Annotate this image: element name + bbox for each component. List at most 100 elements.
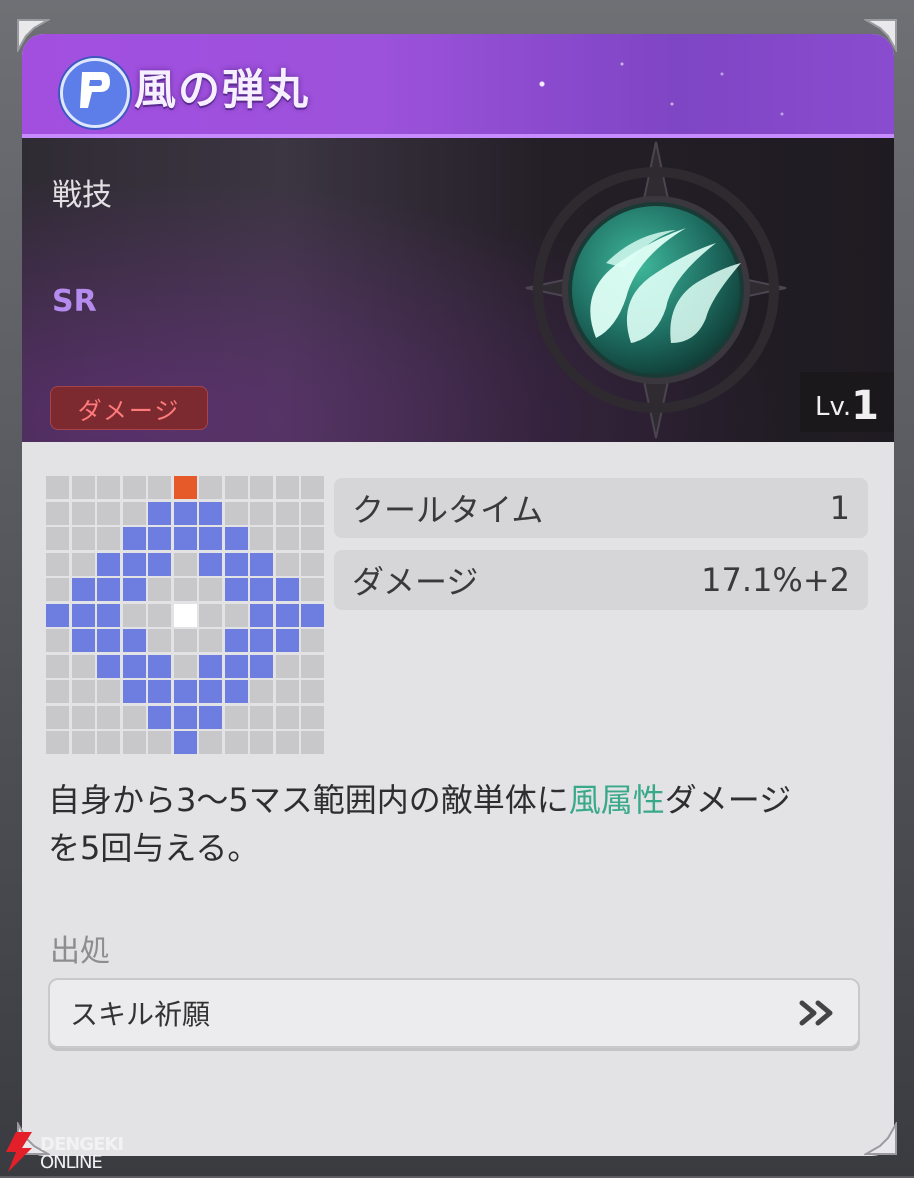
range-cell xyxy=(224,705,248,729)
range-cell-active xyxy=(199,705,222,729)
range-cell xyxy=(122,603,146,627)
range-cell-active xyxy=(250,654,273,678)
range-cell-active xyxy=(275,603,299,627)
range-cell xyxy=(275,476,299,499)
source-skill-wish-button[interactable]: スキル祈願 xyxy=(48,978,860,1048)
range-cell-active xyxy=(122,578,146,601)
range-cell-active xyxy=(199,680,222,703)
skill-rarity: SR xyxy=(52,284,97,319)
range-cell xyxy=(46,680,69,703)
source-button-label: スキル祈願 xyxy=(70,998,211,1031)
range-cell-active xyxy=(148,654,171,678)
range-cell xyxy=(122,476,146,499)
skill-hero-panel: 戦技 SR ダメージ Lv. 1 xyxy=(22,138,894,442)
range-cell-active xyxy=(46,603,69,627)
range-cell xyxy=(71,476,95,499)
range-cell xyxy=(250,501,273,525)
range-cell xyxy=(97,705,120,729)
range-cell-active xyxy=(301,603,324,627)
range-cell-active xyxy=(199,552,222,576)
range-cell xyxy=(46,476,69,499)
range-cell xyxy=(199,476,222,499)
skill-description: 自身から3〜5マス範囲内の敵単体に風属性ダメージ を5回与える。 xyxy=(48,776,878,872)
range-cell xyxy=(71,552,95,576)
range-cell xyxy=(148,603,171,627)
range-cell xyxy=(250,731,273,754)
range-cell-active xyxy=(224,654,248,678)
range-cell-active xyxy=(250,629,273,652)
title-bar: 風の弾丸 xyxy=(22,34,894,138)
range-cell xyxy=(173,552,197,576)
range-cell xyxy=(71,654,95,678)
source-label: 出処 xyxy=(50,934,110,969)
range-cell xyxy=(250,527,273,550)
range-cell-active xyxy=(71,629,95,652)
range-cell-active xyxy=(97,578,120,601)
dengeki-online-watermark: DENGEKI ONLINE xyxy=(2,1130,152,1174)
range-cell-active xyxy=(97,629,120,652)
watermark-line2: ONLINE xyxy=(40,1152,103,1173)
range-cell xyxy=(199,603,222,627)
range-cell xyxy=(301,680,324,703)
range-cell-active xyxy=(122,552,146,576)
skill-category: 戦技 xyxy=(52,178,112,213)
range-cell xyxy=(97,527,120,550)
range-cell xyxy=(199,629,222,652)
range-cell xyxy=(97,476,120,499)
range-cell xyxy=(173,629,197,652)
range-cell xyxy=(301,629,324,652)
range-cell-active xyxy=(122,527,146,550)
stat-value: 17.1%+2 xyxy=(701,561,850,599)
range-cell xyxy=(275,731,299,754)
range-cell xyxy=(224,501,248,525)
range-cell xyxy=(46,527,69,550)
range-cell xyxy=(122,501,146,525)
range-cell-active xyxy=(97,654,120,678)
corner-ornament-icon xyxy=(864,19,897,52)
range-cell xyxy=(173,654,197,678)
stat-row-damage: ダメージ 17.1%+2 xyxy=(334,550,868,610)
range-cell xyxy=(301,476,324,499)
range-cell-active xyxy=(148,501,171,525)
range-cell xyxy=(301,731,324,754)
range-cell xyxy=(301,705,324,729)
lightning-logo-icon xyxy=(6,1132,32,1172)
double-chevron-right-icon xyxy=(799,1000,833,1026)
stat-label: ダメージ xyxy=(352,563,479,601)
range-cell xyxy=(46,552,69,576)
range-cell-active xyxy=(148,552,171,576)
range-cell xyxy=(71,680,95,703)
range-cell-active xyxy=(250,578,273,601)
range-cell-active xyxy=(224,680,248,703)
range-cell xyxy=(71,705,95,729)
range-cell-active xyxy=(224,527,248,550)
range-cell xyxy=(46,578,69,601)
corner-ornament-icon xyxy=(17,19,50,52)
range-cell xyxy=(275,705,299,729)
attack-range-grid xyxy=(46,476,324,754)
range-cell-active xyxy=(224,578,248,601)
skill-level: Lv. 1 xyxy=(800,372,894,432)
range-cell-active xyxy=(97,552,120,576)
range-cell xyxy=(224,731,248,754)
range-cell-active xyxy=(122,654,146,678)
range-cell-active xyxy=(199,654,222,678)
range-cell xyxy=(97,501,120,525)
range-cell xyxy=(46,501,69,525)
range-cell xyxy=(199,731,222,754)
range-cell xyxy=(224,476,248,499)
level-prefix: Lv. xyxy=(815,392,852,422)
range-cell xyxy=(275,680,299,703)
range-cell xyxy=(250,705,273,729)
description-text: 自身から3〜5マス範囲内の敵単体に xyxy=(48,781,569,819)
range-cell-active xyxy=(173,731,197,754)
range-cell xyxy=(275,501,299,525)
stat-label: クールタイム xyxy=(352,491,544,529)
range-cell xyxy=(301,501,324,525)
range-cell-active xyxy=(224,629,248,652)
range-cell xyxy=(301,527,324,550)
range-cell-active xyxy=(148,680,171,703)
range-cell-active xyxy=(199,527,222,550)
range-cell xyxy=(199,578,222,601)
range-cell xyxy=(46,731,69,754)
